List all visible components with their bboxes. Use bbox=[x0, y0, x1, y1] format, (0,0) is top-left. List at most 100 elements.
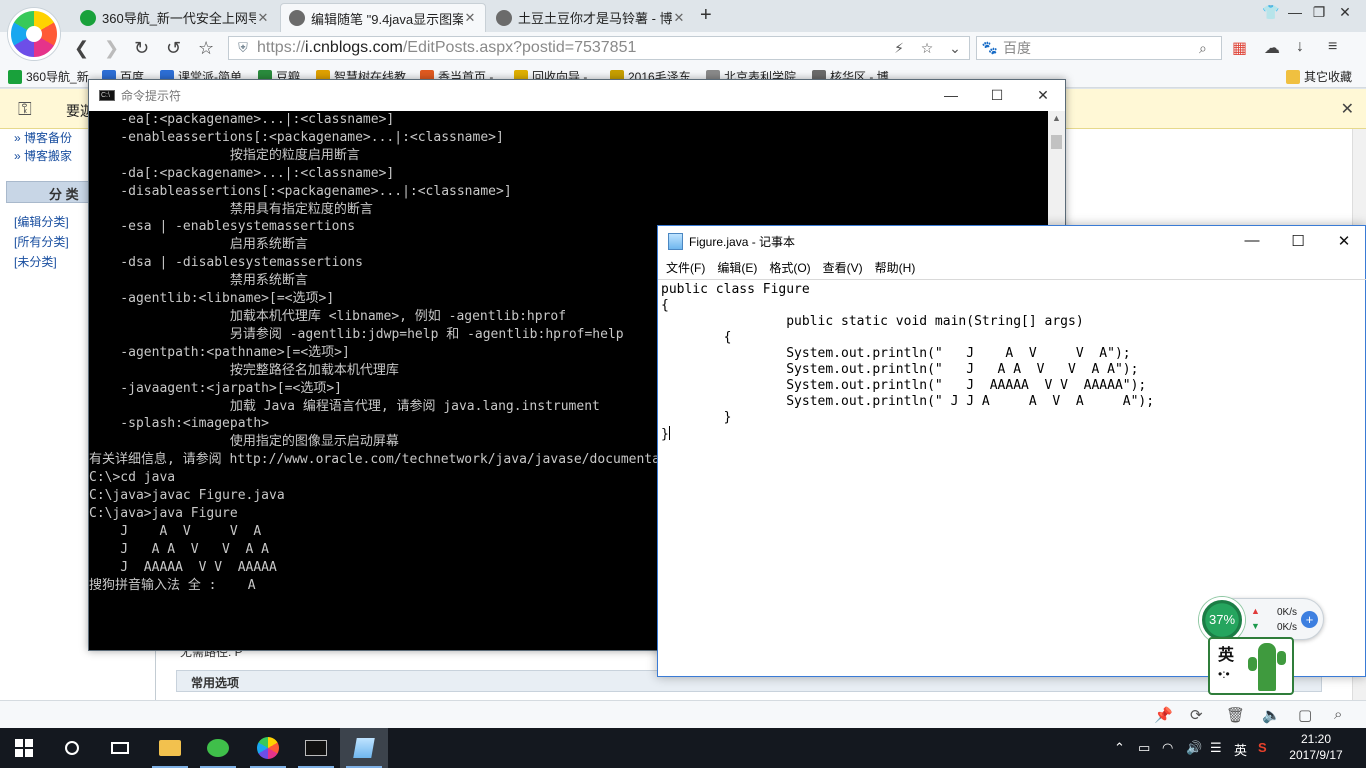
menu-help[interactable]: 帮助(H) bbox=[869, 259, 922, 276]
zoom-icon[interactable]: ⌕ bbox=[1334, 706, 1342, 723]
cnblogs-favicon-icon bbox=[289, 10, 305, 26]
clock-date: 2017/9/17 bbox=[1289, 748, 1343, 762]
bookmark-star-icon[interactable]: ☆ bbox=[913, 40, 941, 57]
restore-icon[interactable]: ❐ bbox=[1308, 4, 1330, 21]
search-button[interactable] bbox=[48, 728, 96, 768]
notepad-menu-bar: 文件(F) 编辑(E) 格式(O) 查看(V) 帮助(H) bbox=[658, 257, 1365, 277]
menu-file[interactable]: 文件(F) bbox=[660, 259, 711, 276]
ime-punct-icon: •:• bbox=[1218, 667, 1230, 681]
taskbar-360-browser[interactable] bbox=[244, 728, 292, 768]
uncategorized-link[interactable]: [未分类] bbox=[14, 253, 57, 270]
minimize-icon[interactable]: — bbox=[941, 87, 961, 103]
search-icon[interactable]: ⌕ bbox=[1199, 40, 1221, 57]
code-line: System.out.println(" J J A A V A A"); bbox=[661, 394, 1155, 409]
pin-icon[interactable]: 📌 bbox=[1154, 706, 1173, 724]
360-favicon-icon bbox=[80, 9, 96, 26]
back-icon[interactable]: ❮ bbox=[74, 38, 89, 59]
text-caret bbox=[668, 426, 670, 440]
refresh-icon[interactable]: ⟳ bbox=[1190, 706, 1203, 724]
blog-move-link[interactable]: » 博客搬家 bbox=[14, 147, 72, 164]
cmd-line: -ea[:<packagename>...|:<classname>] bbox=[89, 112, 395, 127]
tab-360-nav[interactable]: 360导航_新一代安全上网导航 ✕ bbox=[72, 3, 278, 32]
browser-360-icon bbox=[257, 737, 279, 759]
forward-icon[interactable]: ❯ bbox=[104, 38, 119, 59]
menu-view[interactable]: 查看(V) bbox=[817, 259, 869, 276]
chevron-down-icon[interactable]: ⌄ bbox=[941, 40, 969, 57]
close-infobar-icon[interactable]: ✕ bbox=[1341, 99, 1354, 119]
lightning-icon[interactable]: ⚡ bbox=[885, 40, 913, 57]
cmd-title-bar[interactable]: C:\ 命令提示符 — ☐ ✕ bbox=[89, 80, 1065, 111]
blog-backup-link[interactable]: » 博客备份 bbox=[14, 129, 72, 146]
upload-speed: 0K/s bbox=[1277, 607, 1298, 618]
cortana-icon bbox=[65, 741, 79, 755]
close-icon[interactable]: ✕ bbox=[256, 10, 270, 26]
network-speed-widget[interactable]: 37% ▲ 0K/s ▼ 0K/s + bbox=[1199, 597, 1324, 643]
wifi-icon[interactable]: ◠ bbox=[1162, 740, 1173, 756]
download-arrow-icon: ▼ bbox=[1251, 621, 1260, 631]
window-icon[interactable]: ▢ bbox=[1298, 706, 1312, 724]
folder-icon bbox=[159, 740, 181, 756]
browser-logo[interactable] bbox=[8, 8, 60, 60]
tray-chevron-up-icon[interactable]: ⌃ bbox=[1114, 740, 1125, 756]
edit-category-link[interactable]: [编辑分类] bbox=[14, 213, 69, 230]
notepad-icon bbox=[353, 738, 375, 758]
apps-grid-icon[interactable]: ▦ bbox=[1232, 38, 1247, 58]
taskbar-explorer[interactable] bbox=[146, 728, 194, 768]
action-center-icon[interactable]: ☰ bbox=[1210, 740, 1222, 756]
volume-icon[interactable]: 🔊 bbox=[1186, 740, 1202, 756]
scroll-up-icon[interactable]: ▲ bbox=[1048, 113, 1065, 123]
tab-blog[interactable]: 土豆土豆你才是马铃薯 - 博客 ✕ bbox=[488, 3, 694, 32]
code-line: } bbox=[661, 410, 732, 425]
favorite-star-icon[interactable]: ☆ bbox=[198, 38, 214, 59]
ime-skin-widget[interactable]: 英 •:• bbox=[1208, 637, 1294, 695]
minimize-icon[interactable]: — bbox=[1242, 232, 1262, 249]
close-icon[interactable]: ✕ bbox=[672, 10, 686, 26]
tab-edit-post[interactable]: 编辑随笔 "9.4java显示图案 ✕ bbox=[280, 3, 486, 32]
cmd-icon bbox=[305, 740, 327, 756]
trash-icon[interactable]: 🗑 bbox=[1226, 706, 1245, 724]
shirt-skin-icon[interactable]: 👕 bbox=[1260, 4, 1282, 21]
input-lang[interactable]: 英 bbox=[1234, 740, 1247, 759]
download-icon[interactable]: ↓ bbox=[1296, 38, 1304, 56]
taskbar-cmd[interactable] bbox=[292, 728, 340, 768]
speaker-icon[interactable]: 🔈 bbox=[1262, 706, 1281, 724]
task-view-button[interactable] bbox=[96, 728, 144, 768]
search-input[interactable]: 🐾 百度 ⌕ bbox=[976, 36, 1222, 60]
url-input[interactable]: ⛨ https://i.cnblogs.com/EditPosts.aspx?p… bbox=[228, 36, 970, 60]
cloud-icon[interactable]: ☁ bbox=[1264, 38, 1280, 58]
ime-mode-label: 英 bbox=[1218, 647, 1235, 664]
maximize-icon[interactable]: ☐ bbox=[1288, 232, 1308, 250]
add-button[interactable]: + bbox=[1301, 611, 1318, 628]
close-icon[interactable]: ✕ bbox=[463, 10, 477, 26]
close-icon[interactable]: ✕ bbox=[1033, 87, 1053, 104]
new-tab-button[interactable]: + bbox=[700, 4, 712, 27]
taskbar-wechat[interactable] bbox=[194, 728, 242, 768]
maximize-icon[interactable]: ☐ bbox=[987, 87, 1007, 104]
notepad-title-bar[interactable]: Figure.java - 记事本 — ☐ ✕ bbox=[658, 226, 1365, 257]
code-line: System.out.println(" J AAAAA V V AAAAA")… bbox=[661, 378, 1147, 393]
menu-icon[interactable]: ≡ bbox=[1328, 38, 1337, 56]
menu-format[interactable]: 格式(O) bbox=[763, 259, 816, 276]
other-bookmarks[interactable]: 其它收藏 bbox=[1286, 68, 1352, 85]
close-window-icon[interactable]: ✕ bbox=[1334, 4, 1356, 21]
undo-close-icon[interactable]: ↺ bbox=[166, 38, 181, 59]
scroll-thumb[interactable] bbox=[1051, 135, 1062, 149]
reload-icon[interactable]: ↻ bbox=[134, 38, 149, 59]
notepad-icon bbox=[668, 233, 683, 250]
all-category-link[interactable]: [所有分类] bbox=[14, 233, 69, 250]
code-line: } bbox=[661, 426, 670, 442]
bookmark-item[interactable]: 360导航_新 bbox=[8, 68, 89, 85]
clock[interactable]: 21:20 2017/9/17 bbox=[1284, 731, 1348, 763]
cmd-icon: C:\ bbox=[99, 90, 115, 101]
battery-icon[interactable]: ▭ bbox=[1138, 740, 1150, 756]
close-icon[interactable]: ✕ bbox=[1334, 232, 1354, 250]
start-button[interactable] bbox=[0, 728, 48, 768]
upload-arrow-icon: ▲ bbox=[1251, 606, 1260, 616]
minimize-icon[interactable]: — bbox=[1284, 4, 1306, 20]
menu-edit[interactable]: 编辑(E) bbox=[711, 259, 763, 276]
sogou-ime-icon[interactable]: S bbox=[1258, 740, 1267, 755]
code-line: System.out.println(" J A A V V A A"); bbox=[661, 362, 1139, 377]
code-line: public static void main(String[] args) bbox=[661, 314, 1084, 329]
taskbar-notepad[interactable] bbox=[340, 728, 388, 768]
shield-icon: ⛨ bbox=[238, 40, 248, 55]
